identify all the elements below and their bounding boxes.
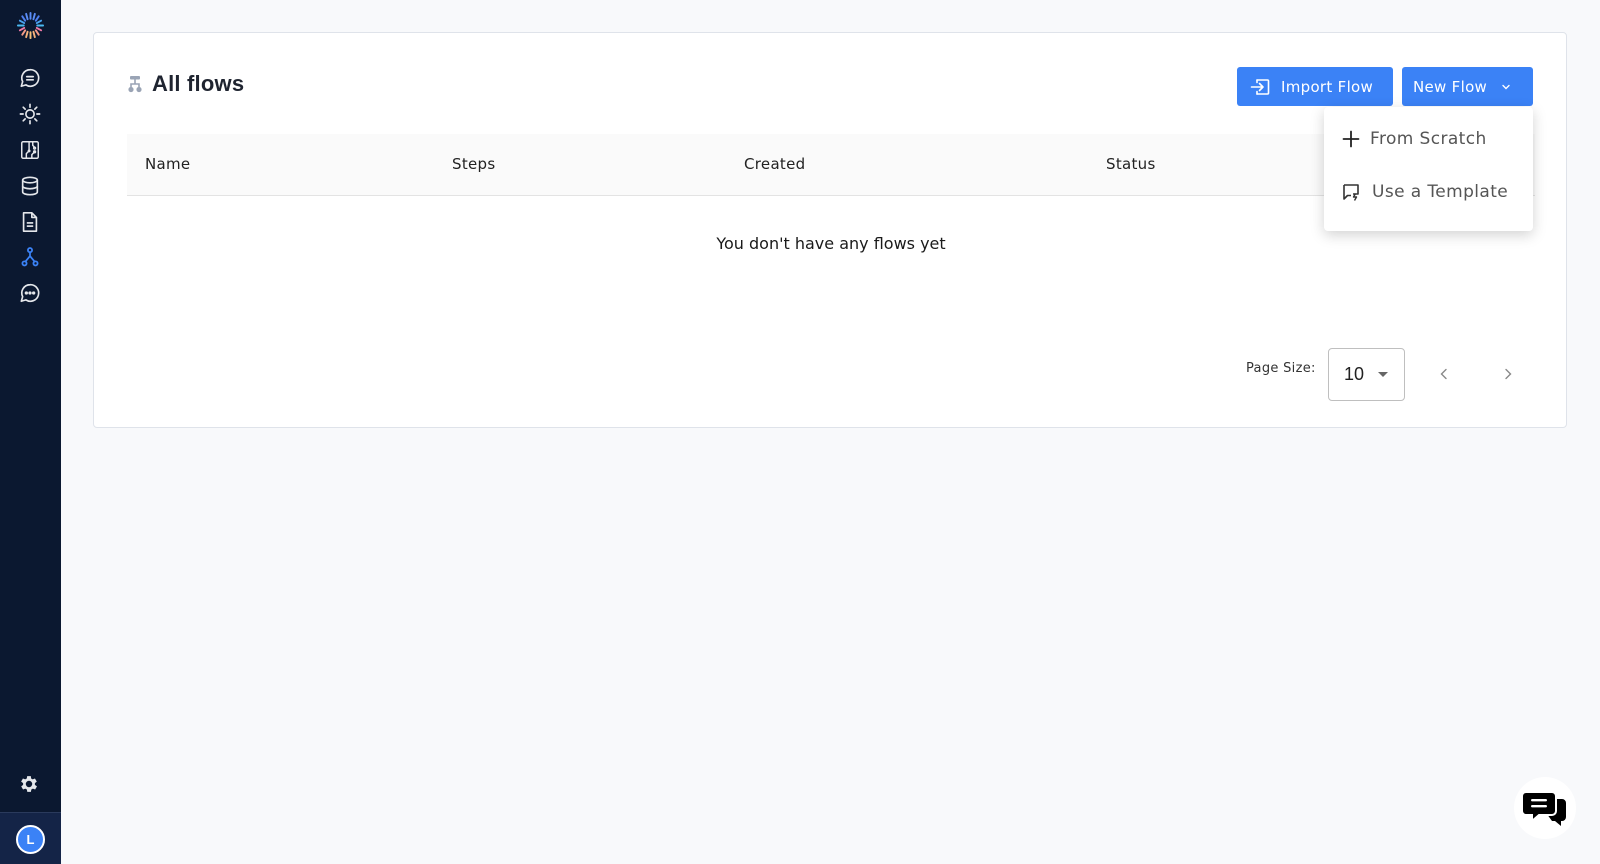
sidebar-item-sun[interactable] (18, 102, 42, 126)
menu-item-use-template[interactable]: Use a Template (1342, 182, 1508, 202)
column-header-steps[interactable]: Steps (452, 155, 495, 173)
sidebar-item-documents[interactable] (18, 210, 42, 234)
menu-item-label: Use a Template (1372, 182, 1509, 202)
support-chat-button[interactable] (1514, 777, 1576, 839)
sidebar-item-flows[interactable] (18, 245, 42, 269)
chevron-right-icon (1505, 368, 1512, 380)
document-icon (22, 212, 38, 232)
new-flow-button[interactable]: New Flow (1402, 67, 1533, 106)
sidebar-item-conversations[interactable] (18, 281, 42, 305)
sun-icon (19, 103, 41, 125)
chat-bubble-icon (20, 68, 40, 88)
gear-icon (21, 776, 37, 792)
column-header-name[interactable]: Name (145, 155, 190, 173)
column-header-created[interactable]: Created (744, 155, 805, 173)
empty-state-message: You don't have any flows yet (716, 234, 946, 253)
page-size-label: Page Size: (1246, 361, 1316, 376)
menu-item-from-scratch[interactable]: From Scratch (1342, 129, 1487, 149)
page-title: All flows (152, 71, 245, 96)
page-header: All flows (127, 71, 244, 97)
flow-tree-icon (128, 76, 142, 93)
chat-dots-icon (20, 283, 40, 303)
database-icon (21, 176, 39, 196)
sidebar-item-database[interactable] (18, 174, 42, 198)
flow-branch-icon (21, 247, 39, 267)
sidebar-item-chat[interactable] (18, 66, 42, 90)
previous-page-button[interactable] (1432, 362, 1456, 386)
caret-down-icon (1378, 372, 1389, 377)
new-flow-label: New Flow (1413, 77, 1488, 96)
support-chat-icon (1522, 791, 1566, 826)
import-flow-button[interactable]: Import Flow (1237, 67, 1393, 106)
sidebar-item-integrations[interactable] (18, 138, 42, 162)
sidebar: L (0, 0, 61, 864)
chevron-down-icon (1502, 84, 1510, 89)
menu-item-label: From Scratch (1370, 129, 1487, 149)
circuit-board-icon (21, 141, 39, 159)
brand-logo-icon[interactable] (16, 11, 45, 40)
user-avatar[interactable]: L (16, 825, 45, 854)
import-flow-label: Import Flow (1281, 77, 1374, 96)
plus-icon (1342, 130, 1360, 148)
user-section: L (0, 812, 61, 864)
settings-button[interactable] (18, 773, 42, 797)
page-size-value: 10 (1344, 364, 1365, 384)
template-icon (1343, 184, 1359, 201)
import-icon (1250, 78, 1270, 95)
page-size-select[interactable]: 10 (1328, 348, 1405, 401)
column-header-status[interactable]: Status (1106, 155, 1156, 173)
next-page-button[interactable] (1496, 362, 1520, 386)
chevron-left-icon (1440, 368, 1447, 380)
new-flow-menu: From Scratch Use a Template (1324, 107, 1533, 231)
flows-card: All flows Import Flow New Flow From Scra… (93, 32, 1567, 428)
